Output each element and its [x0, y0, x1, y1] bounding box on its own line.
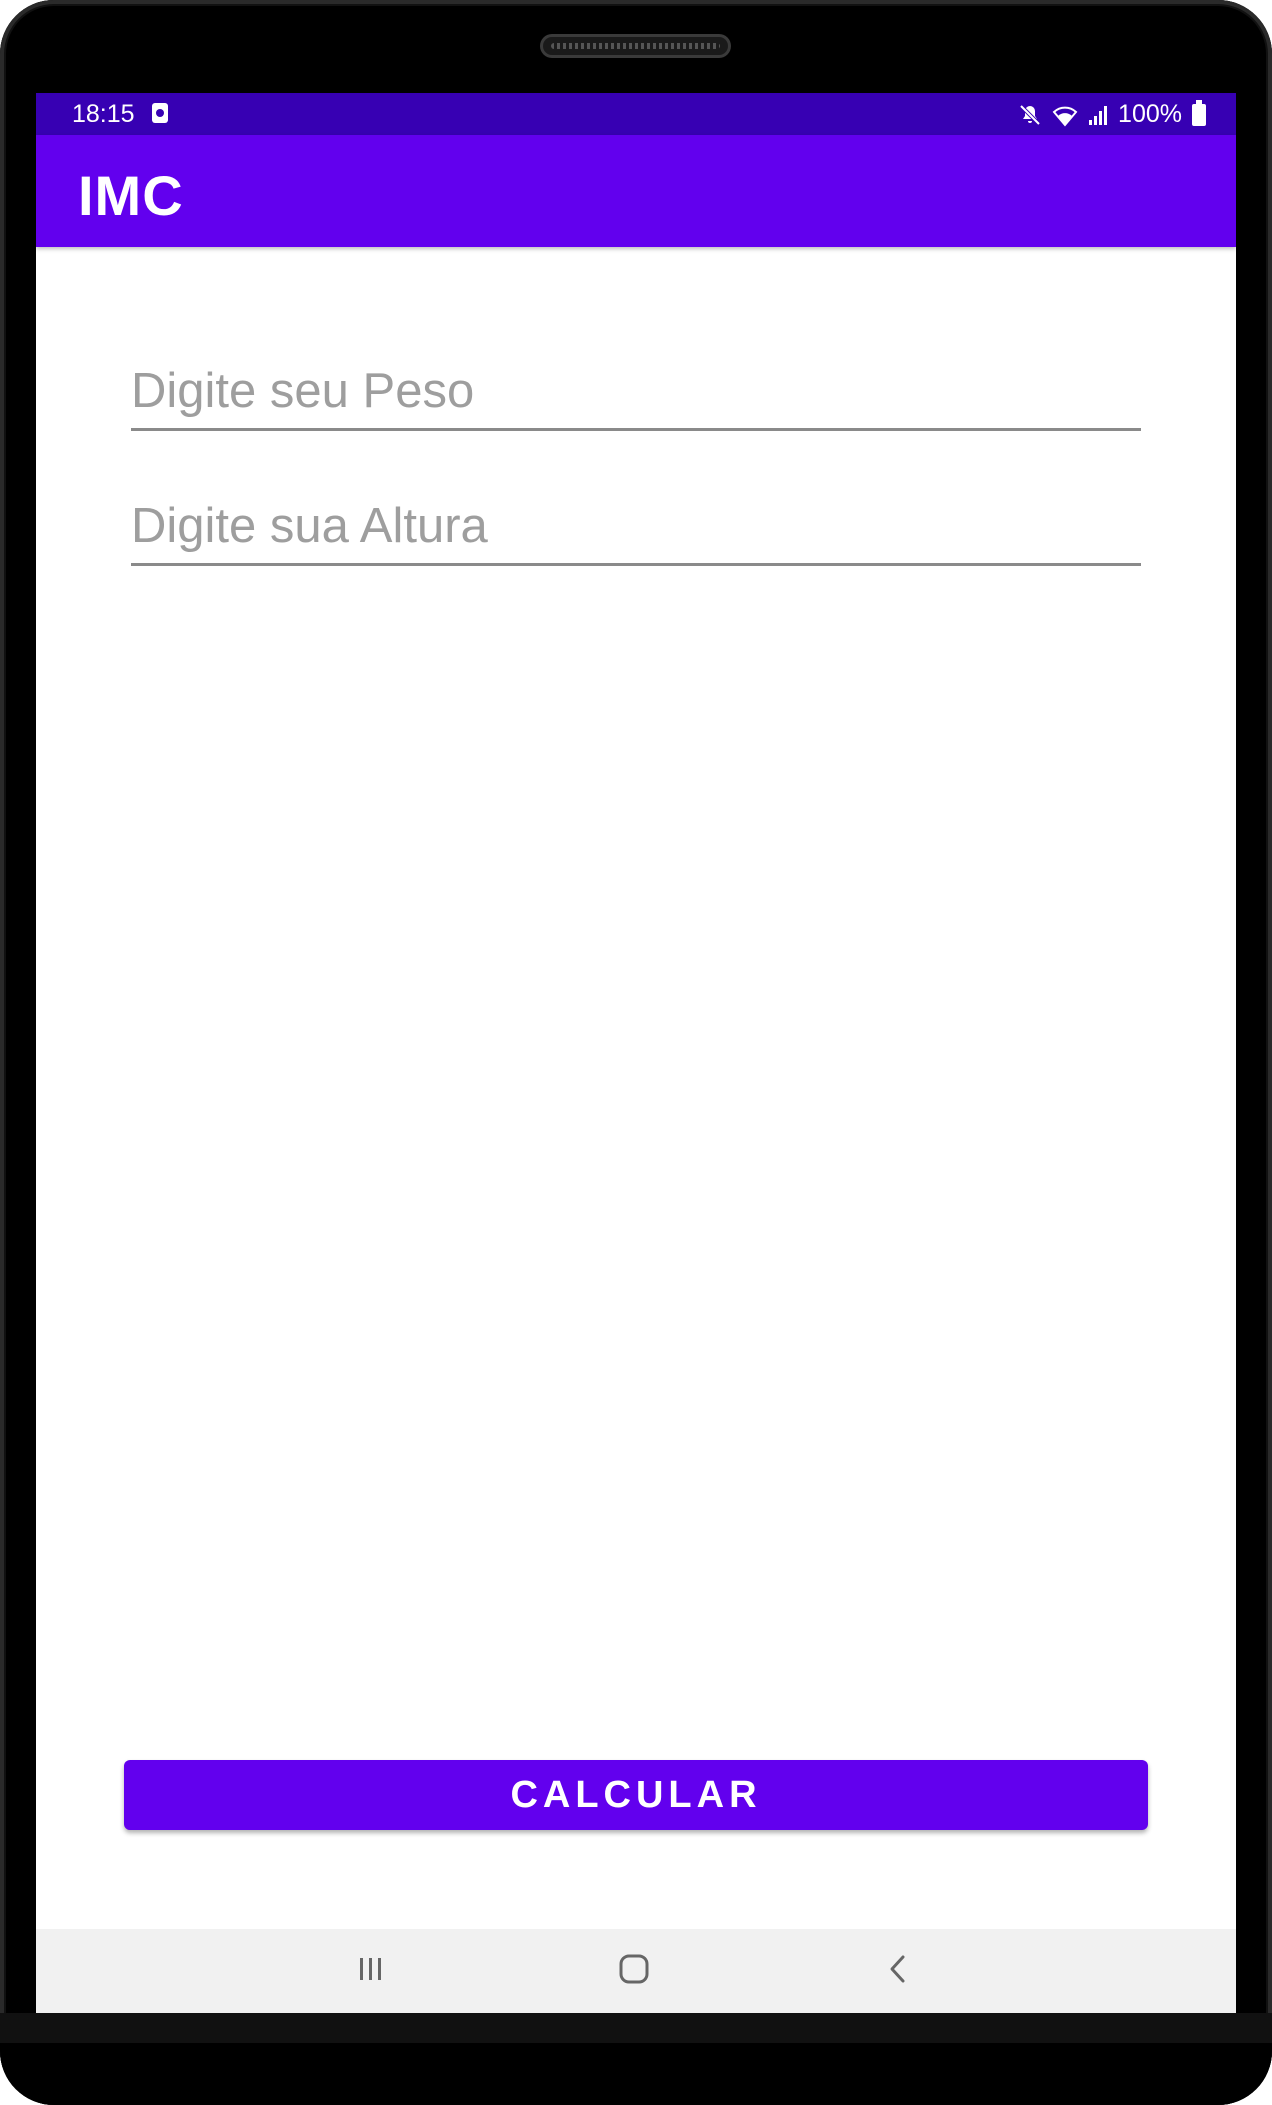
- app-title: IMC: [78, 164, 184, 227]
- notification-icon: [152, 103, 168, 123]
- speaker-grille: [543, 37, 728, 55]
- back-icon: [886, 1953, 910, 1990]
- mute-icon: [1018, 103, 1042, 127]
- battery-percent: 100%: [1118, 100, 1182, 128]
- signal-icon: [1088, 103, 1110, 127]
- status-indicators: 100%: [1018, 99, 1206, 129]
- screen: 18:15 100% IMC Digite seu Peso Digite su…: [36, 93, 1236, 2013]
- home-button[interactable]: [604, 1945, 664, 1997]
- calcular-button[interactable]: CALCULAR: [124, 1760, 1148, 1830]
- back-button[interactable]: [868, 1945, 928, 1997]
- status-time: 18:15: [72, 100, 135, 128]
- peso-input[interactable]: [131, 359, 1141, 431]
- app-bar: IMC: [36, 135, 1236, 247]
- recents-button[interactable]: [341, 1945, 401, 1997]
- recents-icon: [356, 1955, 386, 1988]
- altura-input[interactable]: [131, 494, 1141, 566]
- bottom-bezel: [0, 2013, 1272, 2105]
- wifi-icon: [1050, 103, 1080, 127]
- navigation-bar: [36, 1929, 1236, 2013]
- battery-icon: [1192, 99, 1206, 126]
- device-frame: 18:15 100% IMC Digite seu Peso Digite su…: [0, 0, 1272, 2105]
- home-icon: [618, 1953, 650, 1990]
- status-bar: 18:15 100%: [36, 93, 1236, 135]
